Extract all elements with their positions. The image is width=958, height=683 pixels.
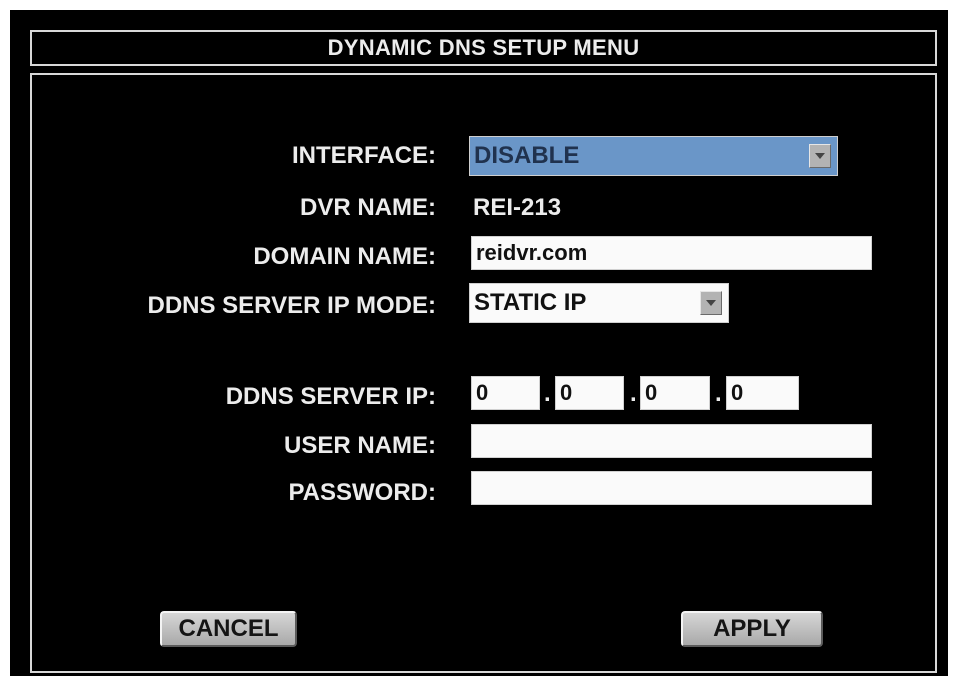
server-ip-octet-4[interactable]: 0 [726,376,799,410]
page-title: DYNAMIC DNS SETUP MENU [327,35,640,60]
ip-mode-select[interactable]: STATIC IP [469,283,729,323]
ip-separator: . [715,380,722,407]
ip-mode-value: STATIC IP [474,289,587,316]
octet-value: 0 [645,380,658,405]
user-name-label: USER NAME: [283,432,436,459]
server-ip-octet-3[interactable]: 0 [640,376,710,410]
server-ip-octet-1[interactable]: 0 [471,376,540,410]
octet-value: 0 [560,380,573,405]
title-bar: DYNAMIC DNS SETUP MENU [30,30,937,66]
apply-button[interactable]: APPLY [681,611,823,647]
chevron-down-icon[interactable] [700,291,722,315]
dvr-name-label: DVR NAME: [300,194,436,221]
domain-name-value: reidvr.com [476,240,588,265]
server-ip-label: DDNS SERVER IP: [225,383,436,410]
dvr-screen: DYNAMIC DNS SETUP MENU INTERFACE: DISABL… [10,10,948,676]
ip-separator: . [544,380,551,407]
server-ip-octet-2[interactable]: 0 [555,376,624,410]
interface-value: DISABLE [474,142,580,169]
domain-name-field[interactable]: reidvr.com [471,236,872,270]
password-label: PASSWORD: [288,479,436,506]
cancel-button[interactable]: CANCEL [160,611,297,647]
ip-mode-label: DDNS SERVER IP MODE: [147,292,436,319]
chevron-down-icon[interactable] [809,144,831,168]
dvr-name-value: REI-213 [473,194,562,221]
interface-select[interactable]: DISABLE [469,136,838,176]
user-name-field[interactable] [471,424,872,458]
ip-separator: . [630,380,637,407]
interface-label: INTERFACE: [292,142,436,169]
domain-name-label: DOMAIN NAME: [253,243,436,270]
password-field[interactable] [471,471,872,505]
octet-value: 0 [476,380,489,405]
octet-value: 0 [731,380,744,405]
